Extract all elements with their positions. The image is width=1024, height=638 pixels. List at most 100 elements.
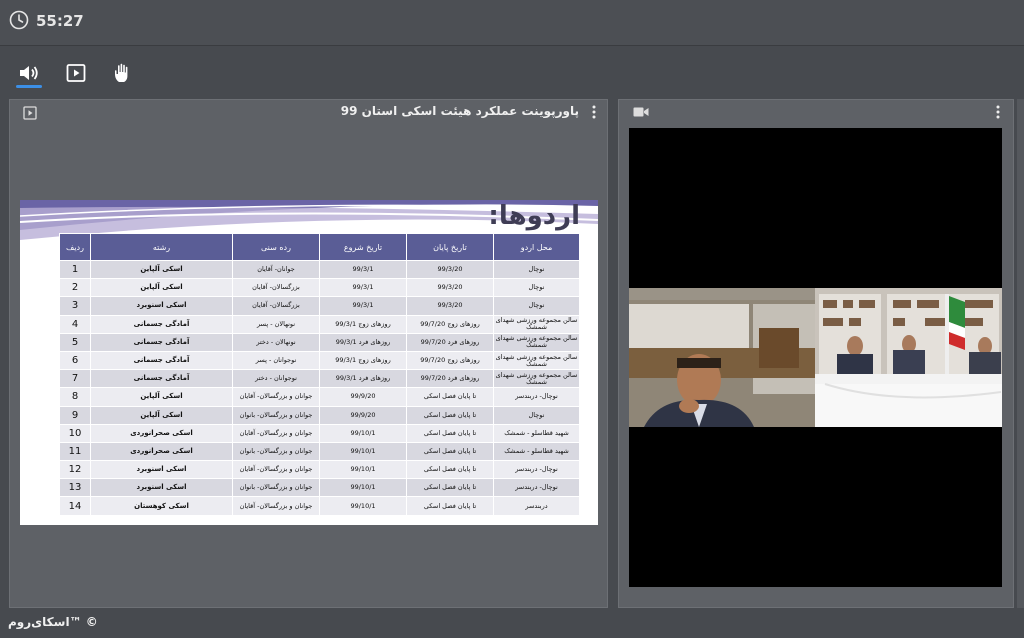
cell-camp-location: نوچال: [493, 278, 580, 298]
table-row: 4 آمادگی جسمانی نونهالان - پسر روزهای زوج 9…: [59, 314, 580, 334]
cell-end-date: تا پایان فصل اسکی: [406, 460, 494, 480]
cell-camp-location: شهید قطاسلو - شمشک: [493, 441, 580, 462]
cell-discipline: آمادگی جسمانی: [90, 369, 233, 389]
cell-end-date: 99/3/20: [406, 296, 494, 316]
cell-number: 4: [59, 314, 91, 334]
cell-discipline: اسکی آلپاین: [90, 387, 233, 407]
col-header-age-group: رده سنی: [232, 233, 320, 261]
video-panel: [618, 99, 1014, 608]
cell-number: 7: [59, 369, 91, 389]
slide-heading: اردوها:: [488, 201, 580, 231]
cell-start-date: 99/9/20: [319, 405, 407, 425]
table-row: 10 اسکی صحرانوردی جوانان و بزرگسالان- آقای…: [59, 423, 580, 443]
table-row: 12 اسکی اسنوبرد جوانان و بزرگسالان- آقایان…: [59, 460, 580, 480]
scrollbar[interactable]: [1017, 99, 1024, 608]
cell-start-date: روزهای فرد 99/3/1: [319, 369, 407, 389]
col-header-discipline: رشته: [90, 233, 233, 261]
cell-age-group: نوجوانان - پسر: [232, 350, 320, 371]
cell-age-group: جوانان و بزرگسالان- بانوان: [232, 441, 320, 462]
cell-end-date: تا پایان فصل اسکی: [406, 496, 494, 516]
media-player-icon[interactable]: [64, 61, 88, 85]
cell-discipline: اسکی آلپاین: [90, 259, 233, 280]
cell-number: 13: [59, 478, 91, 498]
more-options-icon[interactable]: [993, 104, 1003, 120]
camps-table: ردیف رشته رده سنی تاریخ شروع تاریخ پایان…: [59, 233, 580, 516]
cell-number: 14: [59, 496, 91, 516]
session-timer: 55:27: [36, 12, 84, 30]
toolbar: [0, 47, 1024, 99]
cell-age-group: نونهالان - پسر: [232, 314, 320, 334]
cell-number: 11: [59, 441, 91, 462]
cell-discipline: اسکی آلپاین: [90, 278, 233, 298]
cell-age-group: جوانان و بزرگسالان- بانوان: [232, 405, 320, 425]
table-row: 5 آمادگی جسمانی نونهالان - دختر روزهای فرد …: [59, 332, 580, 352]
cell-camp-location: سالن مجموعه ورزشی شهدای شمشک: [493, 350, 580, 371]
cell-end-date: روزهای فرد 99/7/20: [406, 369, 494, 389]
presentation-panel: پاورپوینت عملکرد هیئت اسکی استان 99 اردو…: [9, 99, 608, 608]
camera-icon: [633, 107, 649, 117]
cell-number: 3: [59, 296, 91, 316]
table-row: 14 اسکی کوهستان جوانان و بزرگسالان- آقایان…: [59, 496, 580, 516]
cell-start-date: 99/10/1: [319, 460, 407, 480]
table-row: 9 اسکی آلپاین جوانان و بزرگسالان- بانوان 99…: [59, 405, 580, 425]
cell-start-date: 99/10/1: [319, 478, 407, 498]
cell-start-date: 99/10/1: [319, 441, 407, 462]
cell-age-group: نوجوانان - دختر: [232, 369, 320, 389]
table-header-row: ردیف رشته رده سنی تاریخ شروع تاریخ پایان…: [59, 233, 580, 261]
col-header-end-date: تاریخ پایان: [406, 233, 494, 261]
cell-number: 2: [59, 278, 91, 298]
media-player-icon[interactable]: [23, 106, 37, 120]
speaker-icon[interactable]: [17, 61, 41, 85]
video-stream[interactable]: [629, 128, 1002, 587]
cell-camp-location: نوچال: [493, 259, 580, 280]
table-row: 2 اسکی آلپاین بزرگسالان- آقایان 99/3/1 99/3/…: [59, 278, 580, 298]
cell-age-group: نونهالان - دختر: [232, 332, 320, 352]
bottom-bar: اسکای‌روم™ ©: [0, 608, 1024, 638]
cell-age-group: جوانان و بزرگسالان- آقایان: [232, 423, 320, 443]
raise-hand-icon[interactable]: [111, 61, 135, 85]
cell-discipline: آمادگی جسمانی: [90, 350, 233, 371]
brand-logo: اسکای‌روم™ ©: [8, 615, 98, 629]
cell-camp-location: دربندسر: [493, 496, 580, 516]
cell-number: 1: [59, 259, 91, 280]
table-row: 6 آمادگی جسمانی نوجوانان - پسر روزهای زوج 9…: [59, 350, 580, 371]
cell-start-date: 99/10/1: [319, 496, 407, 516]
cell-age-group: جوانان و بزرگسالان- آقایان: [232, 496, 320, 516]
presentation-slide: اردوها: ردیف رشته رده سنی تاریخ شروع تار…: [20, 200, 598, 525]
cell-end-date: تا پایان فصل اسکی: [406, 441, 494, 462]
cell-number: 8: [59, 387, 91, 407]
cell-camp-location: سالن مجموعه ورزشی شهدای شمشک: [493, 314, 580, 334]
cell-start-date: روزهای فرد 99/3/1: [319, 332, 407, 352]
table-row: 13 اسکی اسنوبرد جوانان و بزرگسالان- بانوان…: [59, 478, 580, 498]
cell-number: 9: [59, 405, 91, 425]
cell-start-date: 99/10/1: [319, 423, 407, 443]
cell-camp-location: نوچال: [493, 296, 580, 316]
more-options-icon[interactable]: [589, 104, 599, 120]
cell-discipline: آمادگی جسمانی: [90, 332, 233, 352]
clock-icon: [9, 10, 29, 30]
presentation-title: پاورپوینت عملکرد هیئت اسکی استان 99: [340, 104, 579, 118]
cell-start-date: روزهای زوج 99/3/1: [319, 314, 407, 334]
video-participant-left: [629, 288, 815, 427]
cell-discipline: اسکی کوهستان: [90, 496, 233, 516]
cell-number: 12: [59, 460, 91, 480]
cell-camp-location: سالن مجموعه ورزشی شهدای شمشک: [493, 332, 580, 352]
cell-end-date: تا پایان فصل اسکی: [406, 423, 494, 443]
cell-number: 10: [59, 423, 91, 443]
cell-end-date: تا پایان فصل اسکی: [406, 478, 494, 498]
video-participant-right: [815, 288, 1002, 427]
cell-age-group: بزرگسالان- آقایان: [232, 278, 320, 298]
cell-discipline: اسکی اسنوبرد: [90, 460, 233, 480]
col-header-number: ردیف: [59, 233, 91, 261]
top-bar: 55:27: [0, 0, 1024, 46]
cell-discipline: آمادگی جسمانی: [90, 314, 233, 334]
cell-end-date: تا پایان فصل اسکی: [406, 387, 494, 407]
col-header-camp-location: محل اردو: [493, 233, 580, 261]
cell-camp-location: نوچال- دربندسر: [493, 460, 580, 480]
table-row: 3 اسکی اسنوبرد بزرگسالان- آقایان 99/3/1 99/3…: [59, 296, 580, 316]
video-frame: [629, 288, 1002, 427]
cell-start-date: 99/3/1: [319, 259, 407, 280]
cell-discipline: اسکی آلپاین: [90, 405, 233, 425]
cell-camp-location: نوچال- دربندسر: [493, 478, 580, 498]
cell-end-date: روزهای زوج 99/7/20: [406, 350, 494, 371]
